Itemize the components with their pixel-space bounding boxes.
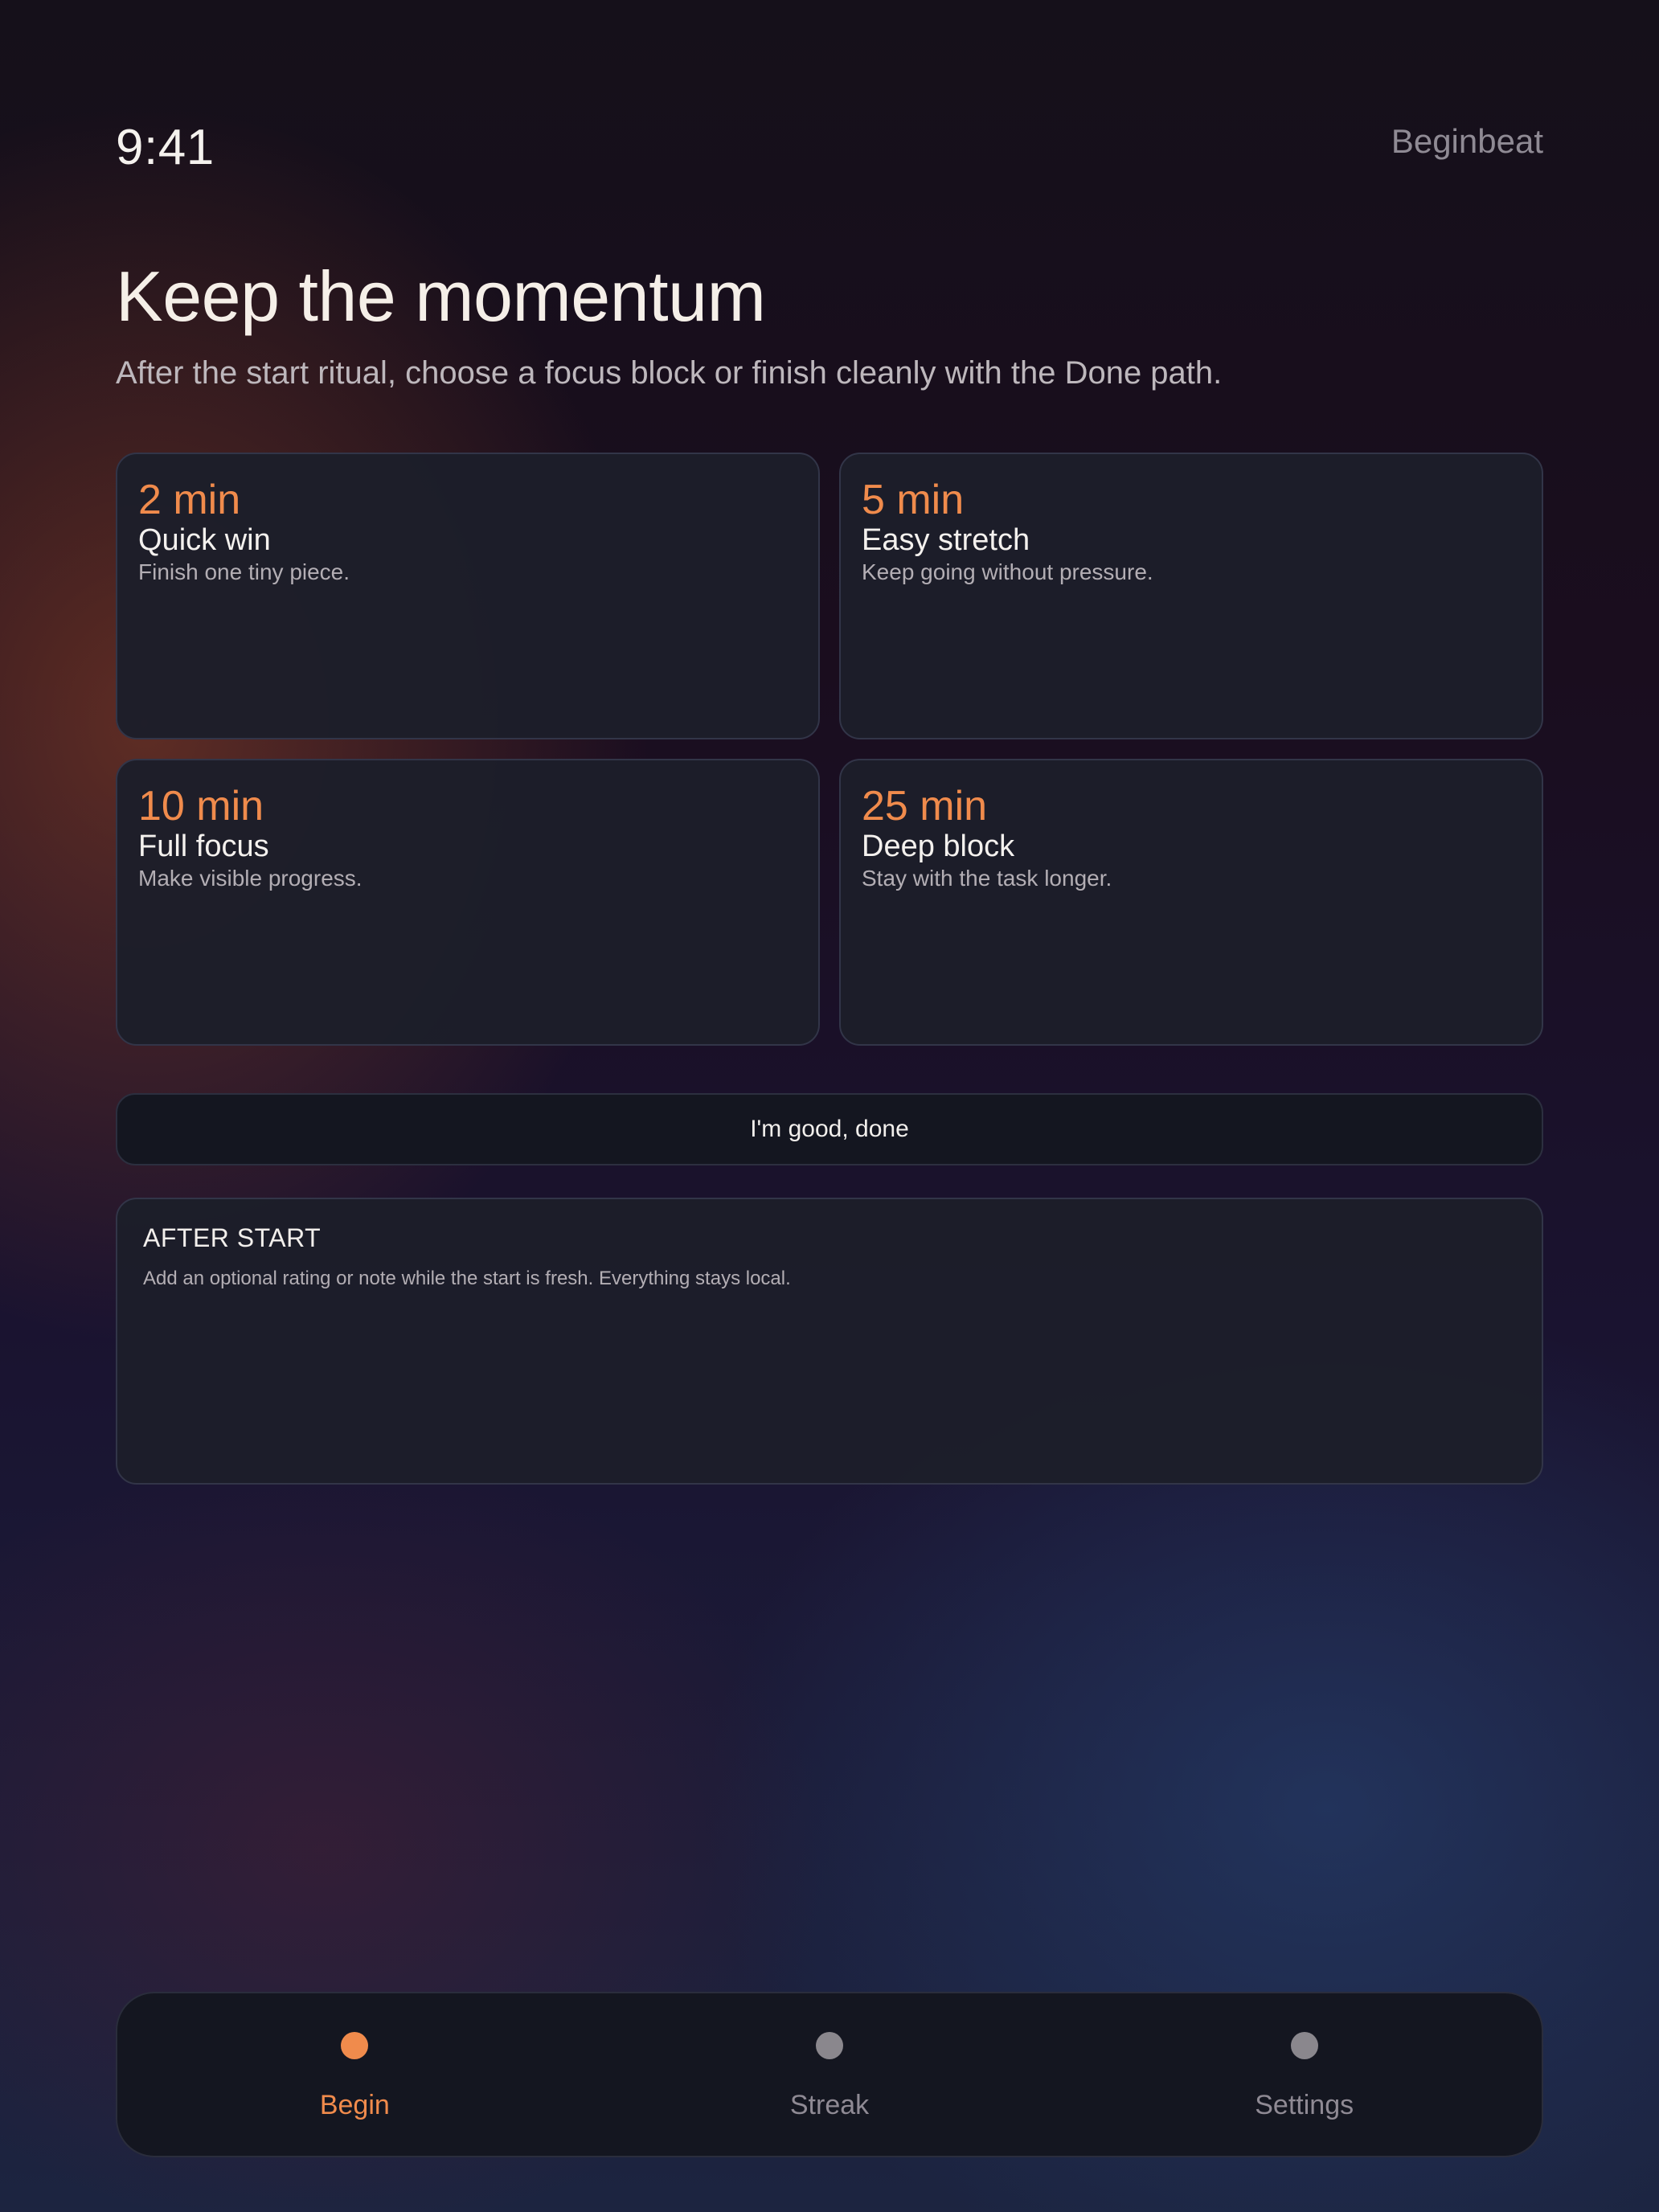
block-description: Make visible progress. bbox=[138, 866, 363, 891]
tab-bar: Begin Streak Settings bbox=[116, 1992, 1543, 2157]
focus-block-full-focus[interactable]: 10 min Full focus Make visible progress. bbox=[116, 759, 820, 1046]
status-time: 9:41 bbox=[116, 120, 215, 175]
block-duration: 5 min bbox=[862, 477, 965, 523]
after-start-note: Add an optional rating or note while the… bbox=[143, 1268, 791, 1289]
block-name: Full focus bbox=[138, 830, 269, 863]
settings-tab-dot-icon bbox=[1290, 2032, 1318, 2059]
block-description: Keep going without pressure. bbox=[862, 559, 1153, 584]
block-name: Easy stretch bbox=[862, 523, 1030, 557]
block-name: Deep block bbox=[862, 830, 1015, 863]
block-duration: 2 min bbox=[138, 477, 241, 523]
after-start-heading: AFTER START bbox=[143, 1223, 322, 1252]
page-subtitle: After the start ritual, choose a focus b… bbox=[116, 355, 1223, 391]
app-name: Beginbeat bbox=[1391, 122, 1543, 160]
after-start-panel: AFTER START Add an optional rating or no… bbox=[116, 1198, 1543, 1485]
done-button[interactable]: I'm good, done bbox=[116, 1093, 1543, 1165]
tab-begin[interactable]: Begin bbox=[117, 1993, 592, 2156]
block-name: Quick win bbox=[138, 523, 271, 557]
begin-tab-dot-icon bbox=[341, 2032, 369, 2059]
focus-block-quick-win[interactable]: 2 min Quick win Finish one tiny piece. bbox=[116, 453, 820, 739]
tab-label: Streak bbox=[789, 2090, 870, 2120]
tab-streak[interactable]: Streak bbox=[592, 1993, 1067, 2156]
tab-label: Begin bbox=[319, 2090, 390, 2120]
focus-block-deep-block[interactable]: 25 min Deep block Stay with the task lon… bbox=[839, 759, 1543, 1046]
block-description: Stay with the task longer. bbox=[862, 866, 1112, 891]
block-duration: 25 min bbox=[862, 783, 988, 830]
page-title: Keep the momentum bbox=[116, 256, 766, 336]
focus-block-easy-stretch[interactable]: 5 min Easy stretch Keep going without pr… bbox=[839, 453, 1543, 739]
block-description: Finish one tiny piece. bbox=[138, 559, 350, 584]
block-duration: 10 min bbox=[138, 783, 264, 830]
tab-label: Settings bbox=[1255, 2090, 1354, 2120]
streak-tab-dot-icon bbox=[816, 2032, 843, 2059]
tab-settings[interactable]: Settings bbox=[1067, 1993, 1542, 2156]
